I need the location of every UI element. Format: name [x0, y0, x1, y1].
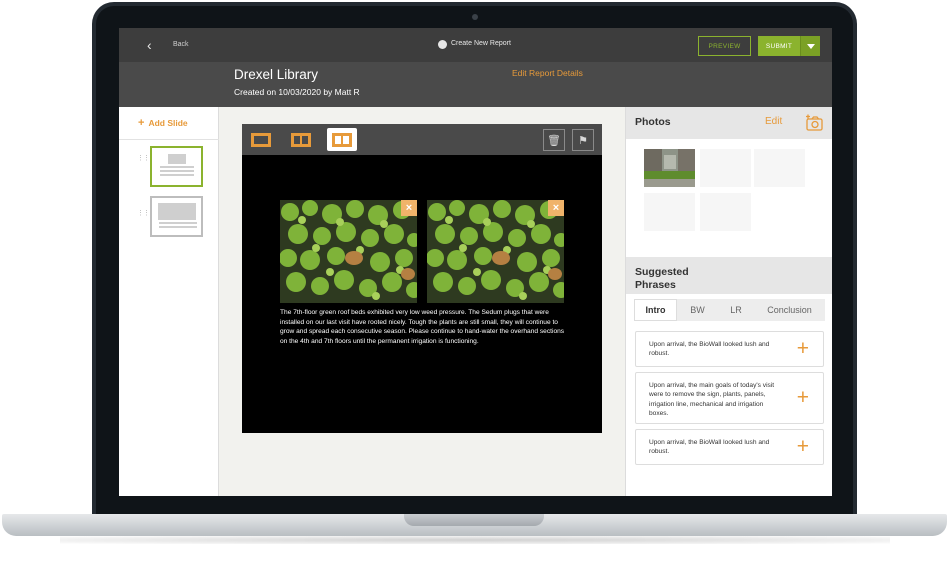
chevron-left-icon[interactable]: ‹ [147, 37, 152, 53]
photos-header: Photos Edit [626, 107, 832, 139]
phrase-card[interactable]: Upon arrival, the BioWall looked lush an… [635, 331, 824, 367]
page-mode-label: Create New Report [451, 40, 511, 47]
page-title: Drexel Library [234, 67, 319, 82]
thumb-line [159, 226, 197, 228]
add-phrase-icon[interactable]: + [797, 387, 809, 408]
thumb-line [160, 170, 194, 172]
slide-caption[interactable]: The 7th-floor green roof beds exhibited … [280, 308, 566, 346]
sedum-photo [280, 200, 417, 303]
slides-panel: + Add Slide ⋮⋮ ⋮⋮ [119, 107, 219, 496]
slide-canvas[interactable]: 🗑 ⚑ × × The 7th-floor green roof beds ex… [242, 124, 602, 433]
laptop-shadow [60, 536, 890, 544]
photo-thumbnail[interactable] [644, 149, 695, 187]
preview-button[interactable]: PREVIEW [698, 36, 751, 56]
remove-photo-button[interactable]: × [548, 200, 564, 216]
report-created-info: Created on 10/03/2020 by Matt R [234, 87, 360, 97]
thumb-line [160, 174, 194, 176]
sedum-photo [427, 200, 564, 303]
building-photo [644, 149, 695, 187]
layout-two-photo-icon [332, 132, 352, 147]
add-phrase-icon[interactable]: + [797, 338, 809, 359]
status-dot-icon [438, 40, 447, 49]
divider [119, 139, 219, 140]
phrase-text: Upon arrival, the BioWall looked lush an… [649, 439, 770, 456]
phrase-card[interactable]: Upon arrival, the main goals of today's … [635, 372, 824, 424]
photos-edit-link[interactable]: Edit [765, 116, 782, 127]
slide-editor-area: 🗑 ⚑ × × The 7th-floor green roof beds ex… [219, 107, 625, 496]
edit-report-details-link[interactable]: Edit Report Details [512, 68, 583, 78]
tab-lr[interactable]: LR [718, 299, 754, 321]
layout-full-button[interactable] [246, 128, 276, 151]
slide-toolbar: 🗑 ⚑ [242, 124, 602, 155]
slide-photo[interactable]: × [280, 200, 417, 303]
drag-handle-icon[interactable]: ⋮⋮ [137, 154, 150, 162]
photo-thumbnail[interactable] [700, 149, 751, 187]
laptop-notch [404, 514, 544, 526]
plus-icon: + [138, 117, 145, 129]
slide-thumbnail[interactable] [150, 196, 203, 237]
photo-thumbnail[interactable] [700, 193, 751, 231]
report-header: Drexel Library Created on 10/03/2020 by … [119, 62, 832, 107]
tab-intro[interactable]: Intro [634, 299, 677, 321]
layout-full-icon [251, 132, 271, 147]
phrase-text: Upon arrival, the BioWall looked lush an… [649, 341, 770, 358]
thumb-image [167, 154, 186, 164]
slide-photo[interactable]: × [427, 200, 564, 303]
chevron-down-icon [806, 43, 815, 49]
tab-conclusion[interactable]: Conclusion [754, 299, 825, 321]
phrase-tabs: Intro BW LR Conclusion [634, 299, 825, 321]
layout-split-icon [291, 132, 311, 147]
photos-title: Photos [635, 116, 671, 128]
camera-icon [472, 14, 478, 20]
top-bar: ‹ Back Create New Report PREVIEW SUBMIT [119, 28, 832, 62]
trash-icon: 🗑 [547, 134, 561, 147]
add-slide-button[interactable]: + Add Slide [138, 117, 188, 129]
layout-two-photo-button[interactable] [327, 128, 357, 151]
tab-bw[interactable]: BW [677, 299, 718, 321]
suggested-phrases-header: Suggested Phrases [626, 257, 832, 294]
remove-photo-button[interactable]: × [401, 200, 417, 216]
submit-button[interactable]: SUBMIT [758, 36, 800, 56]
phrase-card[interactable]: Upon arrival, the BioWall looked lush an… [635, 429, 824, 465]
photo-thumbnail[interactable] [754, 149, 805, 187]
thumb-line [160, 166, 194, 168]
add-phrase-icon[interactable]: + [797, 436, 809, 457]
thumb-line [159, 222, 197, 224]
back-link[interactable]: Back [173, 41, 189, 48]
layout-split-button[interactable] [286, 128, 316, 151]
delete-slide-button[interactable]: 🗑 [543, 129, 565, 151]
slide-thumbnail[interactable] [150, 146, 203, 187]
drag-handle-icon[interactable]: ⋮⋮ [137, 209, 150, 217]
thumb-image [157, 203, 196, 220]
add-slide-label: Add Slide [148, 118, 188, 128]
flag-slide-button[interactable]: ⚑ [572, 129, 594, 151]
phrase-text: Upon arrival, the main goals of today's … [649, 382, 775, 417]
suggested-phrases-title: Suggested Phrases [635, 266, 689, 291]
submit-dropdown-button[interactable] [800, 36, 820, 56]
flag-icon: ⚑ [578, 134, 588, 147]
app-screen: ‹ Back Create New Report PREVIEW SUBMIT … [119, 28, 832, 496]
add-photo-icon[interactable] [805, 114, 824, 131]
photo-thumbnail[interactable] [644, 193, 695, 231]
right-panel: Photos Edit Suggested Phrases Intro BW L… [625, 107, 832, 496]
